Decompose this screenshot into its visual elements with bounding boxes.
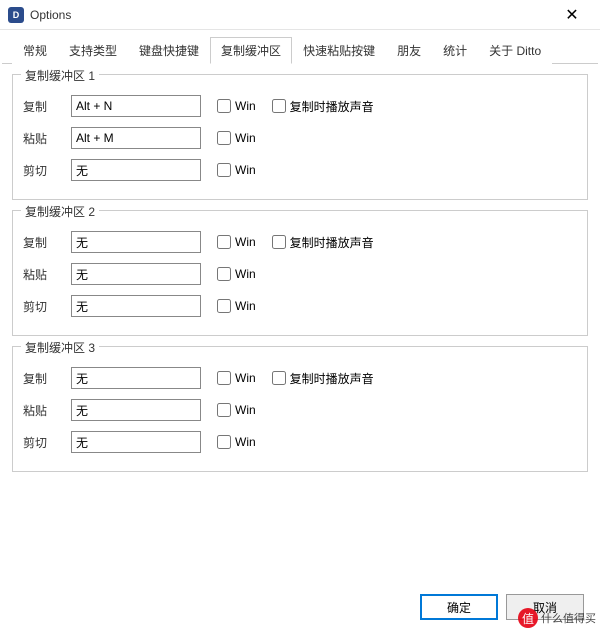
play-sound-label: 复制时播放声音 <box>290 234 374 251</box>
win-label: Win <box>235 435 256 449</box>
row-label: 剪切 <box>23 298 71 315</box>
win-checkbox-input[interactable] <box>217 99 231 113</box>
win-checkbox[interactable]: Win <box>217 403 256 417</box>
close-icon[interactable]: ✕ <box>552 0 592 30</box>
play-sound-checkbox[interactable]: 复制时播放声音 <box>272 98 374 115</box>
tab-bar: 常规支持类型键盘快捷键复制缓冲区快速粘贴按键朋友统计关于 Ditto <box>2 30 598 64</box>
play-sound-checkbox[interactable]: 复制时播放声音 <box>272 370 374 387</box>
group-title: 复制缓冲区 3 <box>21 339 99 356</box>
watermark: 值 什么值得买 <box>518 608 596 628</box>
tab-0[interactable]: 常规 <box>12 37 58 64</box>
row-label: 粘贴 <box>23 266 71 283</box>
play-sound-label: 复制时播放声音 <box>290 98 374 115</box>
win-checkbox[interactable]: Win <box>217 99 256 113</box>
play-sound-label: 复制时播放声音 <box>290 370 374 387</box>
tab-2[interactable]: 键盘快捷键 <box>128 37 210 64</box>
hotkey-input[interactable] <box>71 399 201 421</box>
watermark-text: 什么值得买 <box>541 610 596 626</box>
win-checkbox[interactable]: Win <box>217 131 256 145</box>
win-checkbox[interactable]: Win <box>217 235 256 249</box>
win-checkbox-input[interactable] <box>217 235 231 249</box>
play-sound-checkbox-input[interactable] <box>272 99 286 113</box>
hotkey-input[interactable] <box>71 159 201 181</box>
group-title: 复制缓冲区 1 <box>21 67 99 84</box>
hotkey-input[interactable] <box>71 367 201 389</box>
hotkey-row: 复制 Win 复制时播放声音 <box>23 365 577 391</box>
ok-button[interactable]: 确定 <box>420 594 498 620</box>
tab-7[interactable]: 关于 Ditto <box>478 37 552 64</box>
win-checkbox-input[interactable] <box>217 131 231 145</box>
group-title: 复制缓冲区 2 <box>21 203 99 220</box>
hotkey-input[interactable] <box>71 127 201 149</box>
tab-3[interactable]: 复制缓冲区 <box>210 37 292 64</box>
tab-content: 复制缓冲区 1复制Win复制时播放声音粘贴Win剪切Win复制缓冲区 2复制Wi… <box>0 64 600 492</box>
row-label: 剪切 <box>23 434 71 451</box>
buffer-group-2: 复制缓冲区 2复制Win复制时播放声音粘贴Win剪切Win <box>12 210 588 336</box>
hotkey-input[interactable] <box>71 231 201 253</box>
win-label: Win <box>235 163 256 177</box>
win-checkbox[interactable]: Win <box>217 371 256 385</box>
win-checkbox-input[interactable] <box>217 267 231 281</box>
hotkey-row: 剪切 Win <box>23 157 577 183</box>
row-label: 粘贴 <box>23 402 71 419</box>
row-label: 复制 <box>23 98 71 115</box>
win-checkbox-input[interactable] <box>217 371 231 385</box>
win-checkbox[interactable]: Win <box>217 435 256 449</box>
hotkey-input[interactable] <box>71 95 201 117</box>
hotkey-row: 复制 Win 复制时播放声音 <box>23 229 577 255</box>
hotkey-row: 复制 Win 复制时播放声音 <box>23 93 577 119</box>
win-label: Win <box>235 267 256 281</box>
window-title: Options <box>30 8 71 22</box>
hotkey-input[interactable] <box>71 263 201 285</box>
tab-1[interactable]: 支持类型 <box>58 37 128 64</box>
win-checkbox-input[interactable] <box>217 435 231 449</box>
play-sound-checkbox[interactable]: 复制时播放声音 <box>272 234 374 251</box>
watermark-icon: 值 <box>518 608 538 628</box>
titlebar: D Options ✕ <box>0 0 600 30</box>
buffer-group-1: 复制缓冲区 1复制Win复制时播放声音粘贴Win剪切Win <box>12 74 588 200</box>
hotkey-row: 粘贴 Win <box>23 261 577 287</box>
win-label: Win <box>235 235 256 249</box>
win-checkbox[interactable]: Win <box>217 267 256 281</box>
win-label: Win <box>235 371 256 385</box>
win-checkbox-input[interactable] <box>217 163 231 177</box>
win-checkbox[interactable]: Win <box>217 299 256 313</box>
tab-5[interactable]: 朋友 <box>386 37 432 64</box>
win-checkbox-input[interactable] <box>217 403 231 417</box>
app-icon: D <box>8 7 24 23</box>
play-sound-checkbox-input[interactable] <box>272 235 286 249</box>
play-sound-checkbox-input[interactable] <box>272 371 286 385</box>
win-label: Win <box>235 131 256 145</box>
hotkey-row: 剪切 Win <box>23 293 577 319</box>
win-checkbox[interactable]: Win <box>217 163 256 177</box>
hotkey-row: 粘贴 Win <box>23 125 577 151</box>
buffer-group-3: 复制缓冲区 3复制Win复制时播放声音粘贴Win剪切Win <box>12 346 588 472</box>
row-label: 剪切 <box>23 162 71 179</box>
row-label: 复制 <box>23 370 71 387</box>
row-label: 粘贴 <box>23 130 71 147</box>
row-label: 复制 <box>23 234 71 251</box>
hotkey-input[interactable] <box>71 431 201 453</box>
tab-4[interactable]: 快速粘贴按键 <box>292 37 386 64</box>
win-label: Win <box>235 299 256 313</box>
win-label: Win <box>235 403 256 417</box>
win-label: Win <box>235 99 256 113</box>
tab-6[interactable]: 统计 <box>432 37 478 64</box>
hotkey-row: 剪切 Win <box>23 429 577 455</box>
win-checkbox-input[interactable] <box>217 299 231 313</box>
hotkey-input[interactable] <box>71 295 201 317</box>
hotkey-row: 粘贴 Win <box>23 397 577 423</box>
